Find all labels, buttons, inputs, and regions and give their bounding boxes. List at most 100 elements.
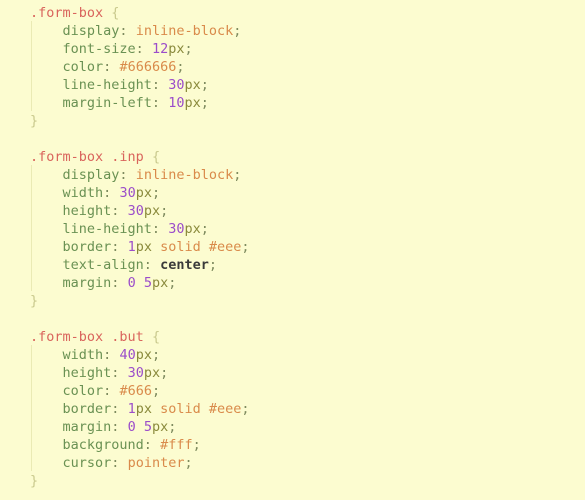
css-selector: .form-box .inp xyxy=(30,149,144,165)
css-number: 30 xyxy=(119,185,136,201)
open-brace: { xyxy=(111,5,120,21)
colon: : xyxy=(119,167,128,183)
css-number: 30 xyxy=(168,77,185,93)
css-property: border xyxy=(62,401,112,417)
css-number: 30 xyxy=(127,365,144,381)
css-property: font-size xyxy=(62,41,136,57)
close-brace: } xyxy=(30,113,39,129)
semicolon: ; xyxy=(200,95,209,111)
code-line-declaration[interactable]: border: 1px solid #eee; xyxy=(30,238,585,256)
css-property: margin xyxy=(62,419,112,435)
semicolon: ; xyxy=(208,257,217,273)
colon: : xyxy=(135,41,144,57)
css-unit: px xyxy=(152,419,169,435)
code-line-close[interactable]: } xyxy=(30,472,585,490)
css-unit: px xyxy=(184,77,201,93)
close-brace: } xyxy=(30,473,39,489)
code-line-declaration[interactable]: height: 30px; xyxy=(30,202,585,220)
code-line-declaration[interactable]: width: 40px; xyxy=(30,346,585,364)
css-rule-block: .form-box { display: inline-block; font-… xyxy=(30,4,585,130)
css-number: 1 xyxy=(127,239,136,255)
css-property: width xyxy=(62,347,104,363)
semicolon: ; xyxy=(200,77,209,93)
css-number: 0 xyxy=(127,275,136,291)
code-line-declaration[interactable]: margin-left: 10px; xyxy=(30,94,585,112)
css-number: 5 xyxy=(143,419,152,435)
semicolon: ; xyxy=(241,239,250,255)
css-rule-block: .form-box .but { width: 40px; height: 30… xyxy=(30,328,585,490)
indent-guide xyxy=(31,21,32,111)
code-line-selector[interactable]: .form-box { xyxy=(30,4,585,22)
code-line-declaration[interactable]: border: 1px solid #eee; xyxy=(30,400,585,418)
css-property: margin-left xyxy=(62,95,152,111)
semicolon: ; xyxy=(151,347,161,363)
css-keyword-value: center xyxy=(160,257,209,273)
code-line-declaration[interactable]: color: #666666; xyxy=(30,58,585,76)
code-line-declaration[interactable]: margin: 0 5px; xyxy=(30,418,585,436)
css-number: 0 xyxy=(127,419,136,435)
semicolon: ; xyxy=(200,221,209,237)
semicolon: ; xyxy=(176,59,185,75)
css-rule-block: .form-box .inp { display: inline-block; … xyxy=(30,148,585,310)
code-line-selector[interactable]: .form-box .but { xyxy=(30,328,585,346)
code-line-declaration[interactable]: display: inline-block; xyxy=(30,22,585,40)
close-brace: } xyxy=(30,293,39,309)
css-color-value: #fff xyxy=(160,437,193,453)
css-unit: px xyxy=(143,203,161,219)
semicolon: ; xyxy=(168,419,177,435)
css-number: 30 xyxy=(127,203,144,219)
css-unit: px xyxy=(135,401,152,417)
semicolon: ; xyxy=(168,275,177,291)
css-color-value: #666666 xyxy=(119,59,177,75)
code-line-declaration[interactable]: width: 30px; xyxy=(30,184,585,202)
css-number: 10 xyxy=(168,95,185,111)
code-line-declaration[interactable]: text-align: center; xyxy=(30,256,585,274)
css-unit: px xyxy=(135,185,152,201)
css-selector: .form-box .but xyxy=(30,329,144,345)
css-property: height xyxy=(62,365,112,381)
css-value: inline-block xyxy=(135,23,234,39)
css-property: color xyxy=(62,383,104,399)
code-viewer[interactable]: .form-box { display: inline-block; font-… xyxy=(0,0,585,500)
css-number: 12 xyxy=(151,41,169,57)
semicolon: ; xyxy=(184,41,193,57)
code-line-close[interactable]: } xyxy=(30,112,585,130)
css-selector: .form-box xyxy=(30,5,104,21)
code-line-close[interactable]: } xyxy=(30,292,585,310)
css-number: 1 xyxy=(127,401,136,417)
code-line-declaration[interactable]: line-height: 30px; xyxy=(30,76,585,94)
indent-guide xyxy=(31,165,32,291)
css-value: pointer xyxy=(127,455,185,471)
code-line-declaration[interactable]: background: #fff; xyxy=(30,436,585,454)
code-line-declaration[interactable]: height: 30px; xyxy=(30,364,585,382)
css-value: solid #eee xyxy=(160,401,242,417)
semicolon: ; xyxy=(233,167,242,183)
colon: : xyxy=(151,95,161,111)
css-property: display xyxy=(62,23,120,39)
semicolon: ; xyxy=(184,455,193,471)
css-property: line-height xyxy=(62,77,152,93)
code-line-declaration[interactable]: font-size: 12px; xyxy=(30,40,585,58)
code-line-selector[interactable]: .form-box .inp { xyxy=(30,148,585,166)
css-unit: px xyxy=(135,239,152,255)
code-line-declaration[interactable]: cursor: pointer; xyxy=(30,454,585,472)
css-property: width xyxy=(62,185,104,201)
code-line-declaration[interactable]: display: inline-block; xyxy=(30,166,585,184)
colon: : xyxy=(151,77,161,93)
colon: : xyxy=(143,257,152,273)
css-number: 5 xyxy=(143,275,152,291)
semicolon: ; xyxy=(233,23,242,39)
code-line-declaration[interactable]: margin: 0 5px; xyxy=(30,274,585,292)
css-property: cursor xyxy=(62,455,112,471)
css-property: line-height xyxy=(62,221,152,237)
semicolon: ; xyxy=(241,401,250,417)
css-property: border xyxy=(62,239,112,255)
colon: : xyxy=(119,23,128,39)
css-property: display xyxy=(62,167,120,183)
semicolon: ; xyxy=(192,437,201,453)
indent-guide xyxy=(31,345,32,471)
code-line-declaration[interactable]: color: #666; xyxy=(30,382,585,400)
open-brace: { xyxy=(151,329,161,345)
code-line-declaration[interactable]: line-height: 30px; xyxy=(30,220,585,238)
